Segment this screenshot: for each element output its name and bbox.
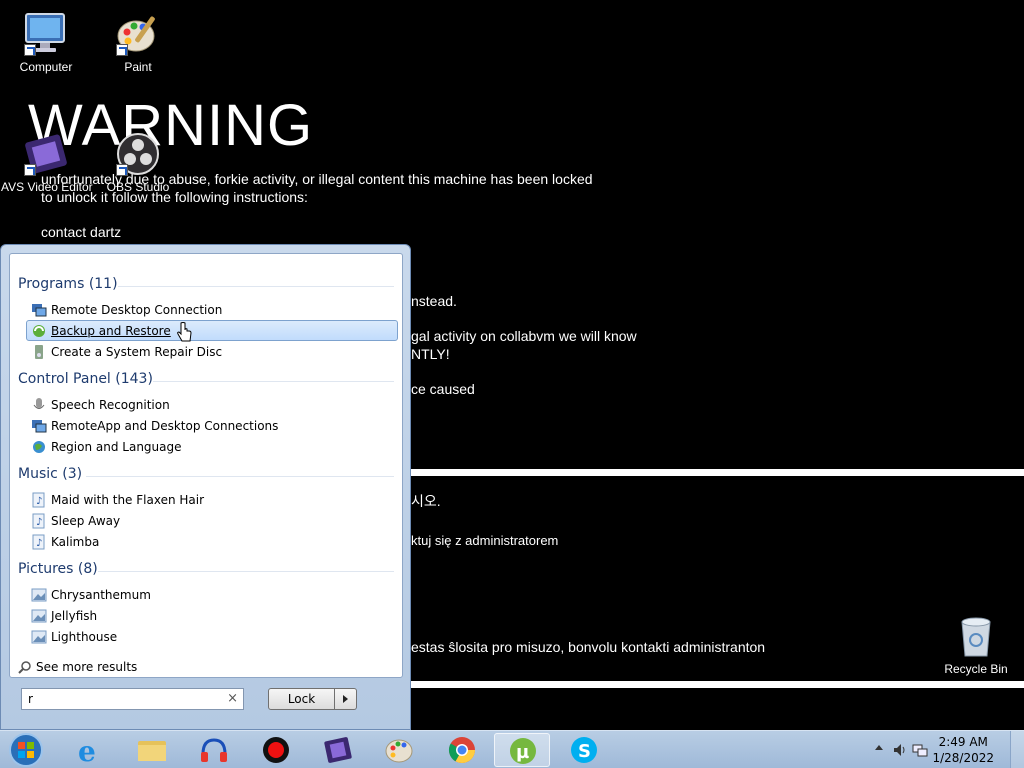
category-programs[interactable]: Programs (11) — [18, 276, 118, 292]
network-icon[interactable] — [912, 742, 928, 758]
result-kalimba[interactable]: ♪ Kalimba — [26, 531, 398, 552]
backup-restore-icon — [31, 323, 47, 339]
taskbar-skype[interactable]: S — [556, 733, 612, 767]
remoteapp-icon — [31, 418, 47, 434]
lock-button[interactable]: Lock — [268, 688, 335, 710]
taskbar-paint[interactable] — [372, 733, 428, 767]
result-remoteapp-desktop-connections[interactable]: RemoteApp and Desktop Connections — [26, 415, 398, 436]
desktop-icon-paint[interactable]: Paint — [93, 10, 183, 74]
taskbar-avs-video-editor[interactable] — [310, 733, 366, 767]
taskbar-internet-explorer[interactable]: e — [62, 733, 118, 767]
result-backup-and-restore[interactable]: Backup and Restore — [26, 320, 398, 341]
paint-palette-icon — [385, 739, 413, 763]
taskbar-recorder[interactable] — [248, 733, 304, 767]
search-input[interactable]: r × — [21, 688, 244, 710]
wallpaper-text: nstead. — [411, 293, 457, 309]
svg-text:µ: µ — [516, 742, 529, 763]
taskbar-utorrent[interactable]: µ — [494, 733, 550, 767]
clock-time: 2:49 AM — [938, 735, 988, 749]
wallpaper-text: estas ŝlosita pro misuzo, bonvolu kontak… — [411, 639, 766, 655]
taskbar: e µ S 2:49 AM 1/28/2022 — [0, 730, 1024, 768]
wallpaper-text: 시오. — [411, 493, 441, 509]
utorrent-icon: µ — [510, 738, 536, 764]
desktop-icon-label: Recycle Bin — [944, 662, 1008, 676]
folder-icon — [138, 741, 166, 761]
shutdown-options-arrow-button[interactable] — [335, 688, 357, 710]
desktop-icon-obs-studio[interactable]: OBS Studio — [93, 130, 183, 194]
result-create-system-repair-disc[interactable]: Create a System Repair Disc — [26, 341, 398, 362]
recycle-bin-icon — [952, 612, 1000, 660]
result-region-and-language[interactable]: Region and Language — [26, 436, 398, 457]
film-strip-icon — [324, 737, 352, 763]
headphones-icon — [201, 738, 227, 762]
microphone-icon — [31, 397, 47, 413]
start-button[interactable] — [6, 732, 46, 768]
result-lighthouse[interactable]: Lighthouse — [26, 626, 398, 647]
obs-icon — [114, 130, 162, 178]
system-tray: 2:49 AM 1/28/2022 — [864, 731, 1024, 768]
chrome-icon — [448, 737, 476, 764]
category-pictures[interactable]: Pictures (8) — [18, 561, 98, 577]
wallpaper-text: contact dartz — [41, 224, 122, 240]
result-sleep-away[interactable]: ♪ Sleep Away — [26, 510, 398, 531]
search-results-panel: Programs (11) Remote Desktop Connection … — [9, 253, 403, 678]
category-control-panel[interactable]: Control Panel (143) — [18, 371, 153, 387]
svg-text:♪: ♪ — [36, 496, 42, 507]
clock-date: 1/28/2022 — [932, 751, 994, 765]
taskbar-file-explorer[interactable] — [124, 733, 180, 767]
wallpaper-text: gal activity on collabvm we will know — [411, 328, 637, 344]
paint-palette-icon — [114, 10, 162, 58]
result-speech-recognition[interactable]: Speech Recognition — [26, 394, 398, 415]
music-file-icon: ♪ — [31, 492, 47, 508]
image-file-icon — [31, 587, 47, 603]
svg-text:♪: ♪ — [36, 538, 42, 549]
desktop-icon-label: AVS Video Editor — [1, 180, 93, 194]
skype-icon: S — [571, 737, 597, 763]
hand-cursor-icon — [177, 322, 192, 342]
wallpaper-text: ce caused — [411, 381, 475, 397]
repair-disc-icon — [31, 344, 47, 360]
remote-desktop-icon — [31, 302, 47, 318]
music-file-icon: ♪ — [31, 534, 47, 550]
category-music[interactable]: Music (3) — [18, 466, 82, 482]
image-file-icon — [31, 629, 47, 645]
result-chrysanthemum[interactable]: Chrysanthemum — [26, 584, 398, 605]
internet-explorer-icon: e — [78, 736, 96, 764]
computer-icon — [22, 10, 70, 58]
desktop-icon-label: Paint — [124, 60, 152, 74]
desktop-icon-avs-video-editor[interactable]: AVS Video Editor — [1, 130, 93, 194]
clear-search-icon[interactable]: × — [227, 691, 238, 706]
svg-text:e: e — [78, 736, 96, 764]
desktop-icon-label: OBS Studio — [106, 180, 170, 194]
desktop-icon-computer[interactable]: Computer — [1, 10, 91, 74]
show-hidden-icons-icon[interactable] — [874, 743, 884, 753]
desktop-icon-recycle-bin[interactable]: Recycle Bin — [931, 612, 1021, 676]
see-more-results-link[interactable]: See more results — [18, 660, 137, 674]
music-file-icon: ♪ — [31, 513, 47, 529]
desktop-icon-label: Computer — [19, 60, 73, 74]
wallpaper-text: NTLY! — [411, 346, 450, 362]
show-desktop-button[interactable] — [1010, 731, 1024, 768]
search-icon — [18, 660, 32, 674]
svg-text:♪: ♪ — [36, 517, 42, 528]
globe-icon — [31, 439, 47, 455]
clock[interactable]: 2:49 AM 1/28/2022 — [932, 734, 994, 766]
image-file-icon — [31, 608, 47, 624]
film-strip-icon — [22, 130, 70, 178]
svg-text:S: S — [578, 741, 591, 762]
result-remote-desktop-connection[interactable]: Remote Desktop Connection — [26, 299, 398, 320]
wallpaper-divider — [411, 681, 1024, 688]
result-maid-with-the-flaxen-hair[interactable]: ♪ Maid with the Flaxen Hair — [26, 489, 398, 510]
wallpaper-text: ktuj się z administratorem — [411, 533, 559, 548]
result-jellyfish[interactable]: Jellyfish — [26, 605, 398, 626]
taskbar-chrome[interactable] — [434, 733, 490, 767]
taskbar-audacity[interactable] — [186, 733, 242, 767]
record-icon — [263, 737, 289, 763]
wallpaper-divider — [411, 469, 1024, 476]
volume-icon[interactable] — [892, 742, 908, 758]
start-menu: Programs (11) Remote Desktop Connection … — [0, 244, 411, 730]
